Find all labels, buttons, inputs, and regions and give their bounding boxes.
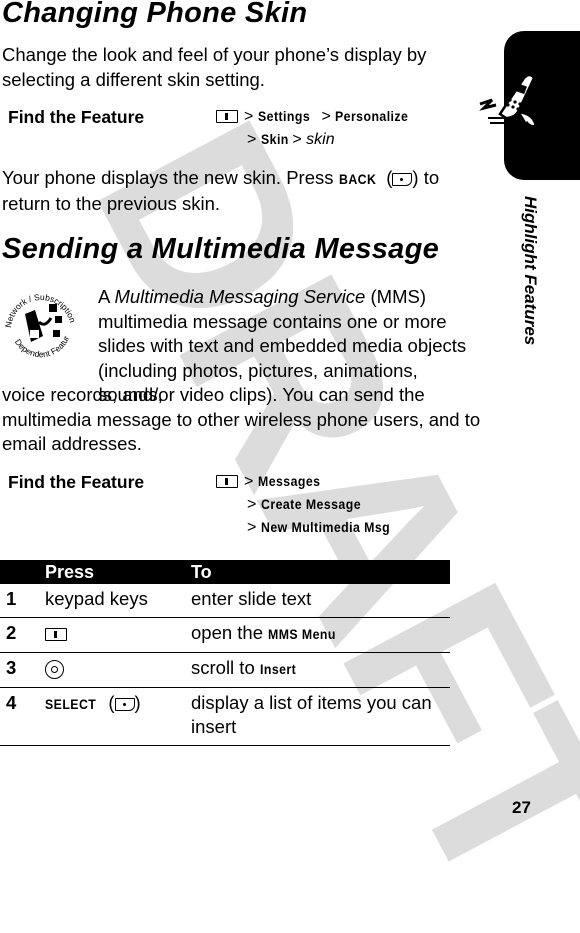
table-header: Press To — [0, 560, 450, 584]
insert-command: Insert — [259, 661, 297, 677]
steps-table: Press To 1 keypad keys enter slide text … — [0, 560, 450, 746]
skin-intro: Change the look and feel of your phone’s… — [2, 44, 427, 90]
menu-key-icon — [45, 627, 67, 641]
find-feature-label: Find the Feature — [8, 107, 145, 127]
header-to: To — [191, 560, 450, 584]
table-row: 1 keypad keys enter slide text — [0, 584, 450, 618]
table-row: 2 open the MMS Menu — [0, 617, 450, 653]
header-press: Press — [45, 560, 191, 584]
table-row: 4 SELECT () display a list of items you … — [0, 687, 450, 746]
select-command: SELECT — [45, 696, 97, 712]
skin-after-text: Your phone displays the new skin. Press … — [2, 167, 440, 214]
manual-page: Changing Phone Skin Change the look and … — [0, 0, 580, 818]
right-soft-key-icon — [114, 697, 135, 711]
page-number: 27 — [512, 798, 531, 817]
table-row: 3 scroll to Insert — [0, 652, 450, 688]
path-create-message: Create Message — [260, 496, 361, 512]
path-personalize: Personalize — [335, 108, 409, 124]
path-new-multimedia-msg: New Multimedia Msg — [260, 519, 390, 535]
left-soft-key-icon — [392, 172, 413, 186]
find-feature-path-mms: > Messages > Create Message > New Multim… — [216, 470, 407, 539]
mms-menu-command: MMS Menu — [268, 626, 337, 642]
menu-key-icon — [216, 475, 238, 489]
mms-intro-full: voice records, and/or video clips). You … — [2, 384, 481, 454]
menu-key-icon — [216, 110, 238, 124]
nav-key-icon — [45, 659, 64, 679]
find-feature-label-mms: Find the Feature — [8, 472, 145, 492]
path-settings: Settings — [257, 108, 310, 124]
path-skin-variable: skin — [306, 131, 335, 148]
section-title-skin: Changing Phone Skin — [2, 0, 308, 29]
mms-term: Multimedia Messaging Service — [114, 286, 366, 307]
running-phone-icon — [479, 73, 538, 128]
section-title-mms: Sending a Multimedia Message — [2, 233, 440, 265]
network-dependent-feature-icon: Network / Subscription Dependent Feature — [3, 286, 78, 359]
path-messages: Messages — [257, 473, 321, 489]
path-skin: Skin — [260, 131, 289, 147]
back-command: BACK — [338, 171, 376, 187]
find-feature-path-skin: > Settings > Personalize > Skin > skin — [216, 105, 419, 151]
chapter-label: Highlight Features — [521, 196, 540, 346]
